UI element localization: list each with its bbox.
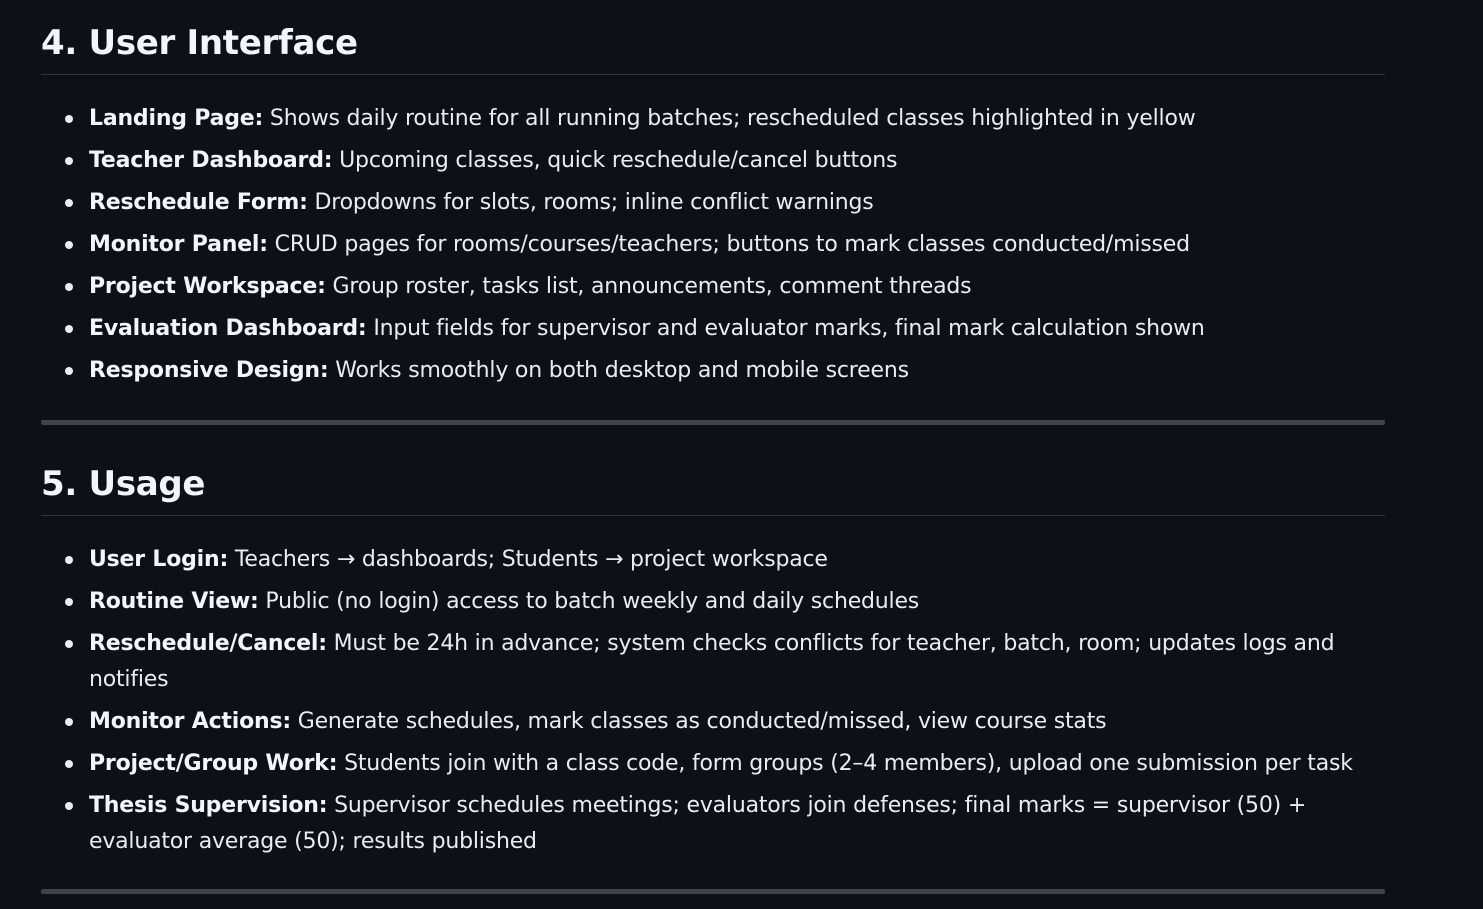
list-item: Evaluation Dashboard: Input fields for s… — [41, 311, 1385, 347]
list-item: Project Workspace: Group roster, tasks l… — [41, 269, 1385, 305]
item-term: Responsive Design: — [89, 358, 329, 383]
item-text: Dropdowns for slots, rooms; inline confl… — [307, 190, 874, 215]
bullet-icon — [65, 115, 73, 123]
item-text: Input fields for supervisor and evaluato… — [366, 316, 1205, 341]
item-term: Landing Page: — [89, 106, 264, 131]
item-term: Routine View: — [89, 589, 259, 614]
section-heading-usage: 5. Usage — [41, 463, 1385, 516]
item-term: Monitor Actions: — [89, 709, 291, 734]
bullet-icon — [65, 640, 73, 648]
item-text: Public (no login) access to batch weekly… — [258, 589, 920, 614]
bullet-icon — [65, 199, 73, 207]
list-item: Thesis Supervision: Supervisor schedules… — [41, 788, 1385, 860]
bullet-icon — [65, 283, 73, 291]
bullet-icon — [65, 718, 73, 726]
item-text: Upcoming classes, quick reschedule/cance… — [332, 148, 898, 173]
bullet-icon — [65, 367, 73, 375]
item-term: Monitor Panel: — [89, 232, 268, 257]
list-item: Reschedule/Cancel: Must be 24h in advanc… — [41, 626, 1385, 698]
list-item: Project/Group Work: Students join with a… — [41, 746, 1385, 782]
bullet-icon — [65, 598, 73, 606]
list-item: Teacher Dashboard: Upcoming classes, qui… — [41, 143, 1385, 179]
item-term: Project Workspace: — [89, 274, 326, 299]
section-heading-user-interface: 4. User Interface — [41, 22, 1385, 75]
item-text: Group roster, tasks list, announcements,… — [325, 274, 972, 299]
item-text: Generate schedules, mark classes as cond… — [290, 709, 1107, 734]
bullet-icon — [65, 556, 73, 564]
item-term: Reschedule/Cancel: — [89, 631, 327, 656]
item-text: Works smoothly on both desktop and mobil… — [328, 358, 909, 383]
item-text: Teachers → dashboards; Students → projec… — [228, 547, 828, 572]
document-content: 4. User Interface Landing Page: Shows da… — [41, 0, 1385, 894]
list-item: Monitor Panel: CRUD pages for rooms/cour… — [41, 227, 1385, 263]
item-term: Reschedule Form: — [89, 190, 308, 215]
list-item: Monitor Actions: Generate schedules, mar… — [41, 704, 1385, 740]
item-text: Students join with a class code, form gr… — [337, 751, 1353, 776]
item-term: Teacher Dashboard: — [89, 148, 333, 173]
item-term: User Login: — [89, 547, 229, 572]
item-term: Project/Group Work: — [89, 751, 338, 776]
user-interface-list: Landing Page: Shows daily routine for al… — [41, 101, 1385, 389]
list-item: Routine View: Public (no login) access t… — [41, 584, 1385, 620]
bullet-icon — [65, 241, 73, 249]
bullet-icon — [65, 802, 73, 810]
bullet-icon — [65, 760, 73, 768]
list-item: Reschedule Form: Dropdowns for slots, ro… — [41, 185, 1385, 221]
horizontal-rule — [41, 420, 1385, 425]
list-item: Landing Page: Shows daily routine for al… — [41, 101, 1385, 137]
item-text: Shows daily routine for all running batc… — [263, 106, 1196, 131]
item-text: CRUD pages for rooms/courses/teachers; b… — [267, 232, 1190, 257]
horizontal-rule — [41, 889, 1385, 894]
usage-list: User Login: Teachers → dashboards; Stude… — [41, 542, 1385, 860]
item-term: Evaluation Dashboard: — [89, 316, 367, 341]
bullet-icon — [65, 157, 73, 165]
list-item: User Login: Teachers → dashboards; Stude… — [41, 542, 1385, 578]
bullet-icon — [65, 325, 73, 333]
item-term: Thesis Supervision: — [89, 793, 328, 818]
list-item: Responsive Design: Works smoothly on bot… — [41, 353, 1385, 389]
